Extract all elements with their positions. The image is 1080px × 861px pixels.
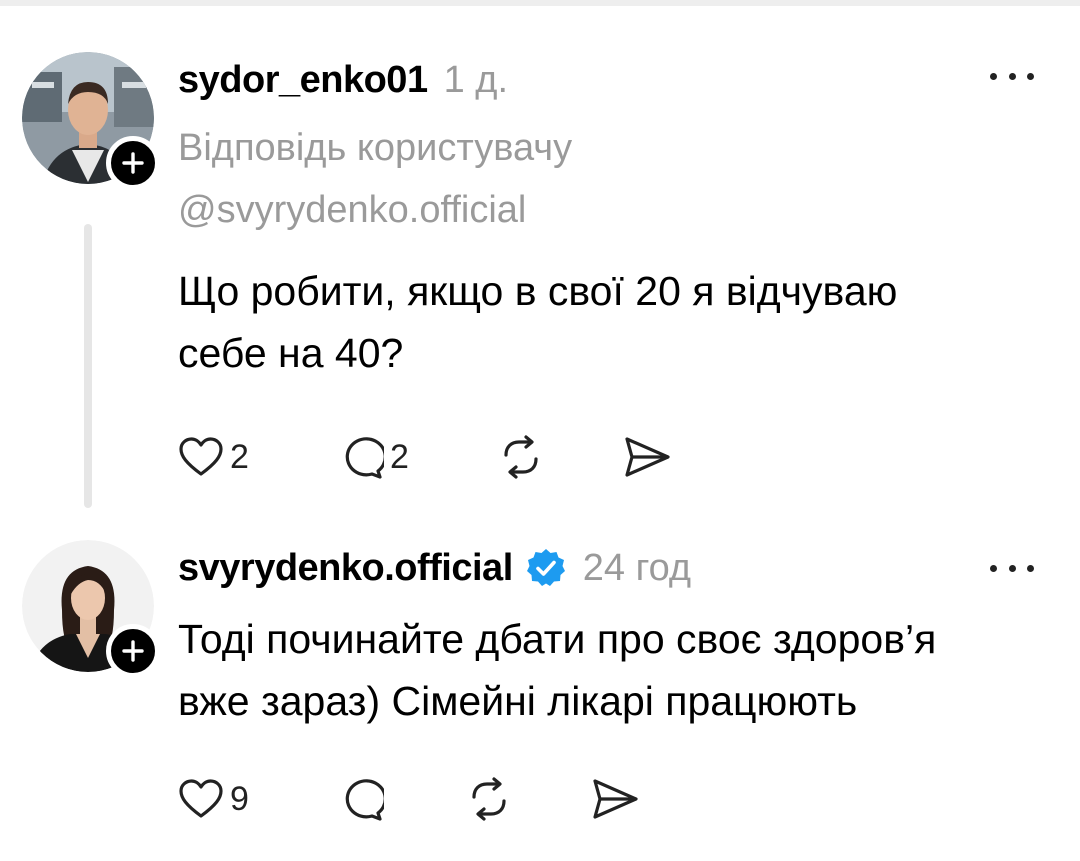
post-time: 24 год xyxy=(582,546,692,589)
post-header: sydor_enko01 1 д. xyxy=(178,52,508,108)
plus-icon xyxy=(122,640,144,662)
repost-icon xyxy=(504,435,538,479)
like-button[interactable]: 9 xyxy=(178,778,338,820)
comment-icon xyxy=(345,779,384,821)
share-button[interactable] xyxy=(622,435,672,479)
verified-badge-icon xyxy=(525,547,567,589)
like-count: 2 xyxy=(230,437,249,476)
share-button[interactable] xyxy=(590,777,640,821)
send-icon xyxy=(593,779,638,819)
post-text: Тоді починайте дбати про своє здоров’я в… xyxy=(178,608,1038,732)
action-bar: 2 2 xyxy=(178,432,672,482)
send-icon xyxy=(625,437,670,477)
like-count: 9 xyxy=(230,779,249,818)
post-text: Що робити, якщо в свої 20 я відчуваю себ… xyxy=(178,260,1038,384)
plus-icon xyxy=(122,152,144,174)
avatar-wrap xyxy=(22,52,160,190)
post-text-line: Що робити, якщо в свої 20 я відчуваю xyxy=(178,268,898,314)
thread-line xyxy=(84,224,92,508)
avatar-wrap xyxy=(22,540,160,678)
heart-icon xyxy=(179,437,223,476)
username[interactable]: svyrydenko.official xyxy=(178,547,513,590)
like-button[interactable]: 2 xyxy=(178,436,338,478)
post-time: 1 д. xyxy=(443,58,508,101)
action-bar: 9 xyxy=(178,774,640,824)
more-icon xyxy=(990,72,997,80)
follow-button[interactable] xyxy=(106,624,160,678)
reply-to-user-link[interactable]: @svyrydenko.official xyxy=(178,182,526,238)
username[interactable]: sydor_enko01 xyxy=(178,59,428,102)
repost-button[interactable] xyxy=(498,435,622,479)
post-header: svyrydenko.official 24 год xyxy=(178,540,691,596)
follow-button[interactable] xyxy=(106,136,160,190)
post-text-line: вже зараз) Сімейні лікарі працюють xyxy=(178,678,858,724)
post-text-line: себе на 40? xyxy=(178,330,404,376)
more-options-button[interactable] xyxy=(990,558,1034,578)
heart-icon xyxy=(179,779,223,818)
reply-to-label: Відповідь користувачу xyxy=(178,127,573,169)
more-icon xyxy=(990,564,997,572)
post-text-line: Тоді починайте дбати про своє здоров’я xyxy=(178,616,937,662)
comment-button[interactable]: 2 xyxy=(338,435,498,479)
comment-button[interactable] xyxy=(338,777,466,821)
more-options-button[interactable] xyxy=(990,66,1034,86)
repost-icon xyxy=(472,777,506,821)
top-divider xyxy=(0,0,1080,6)
comment-count: 2 xyxy=(390,437,409,476)
comment-icon xyxy=(345,437,384,479)
repost-button[interactable] xyxy=(466,777,590,821)
